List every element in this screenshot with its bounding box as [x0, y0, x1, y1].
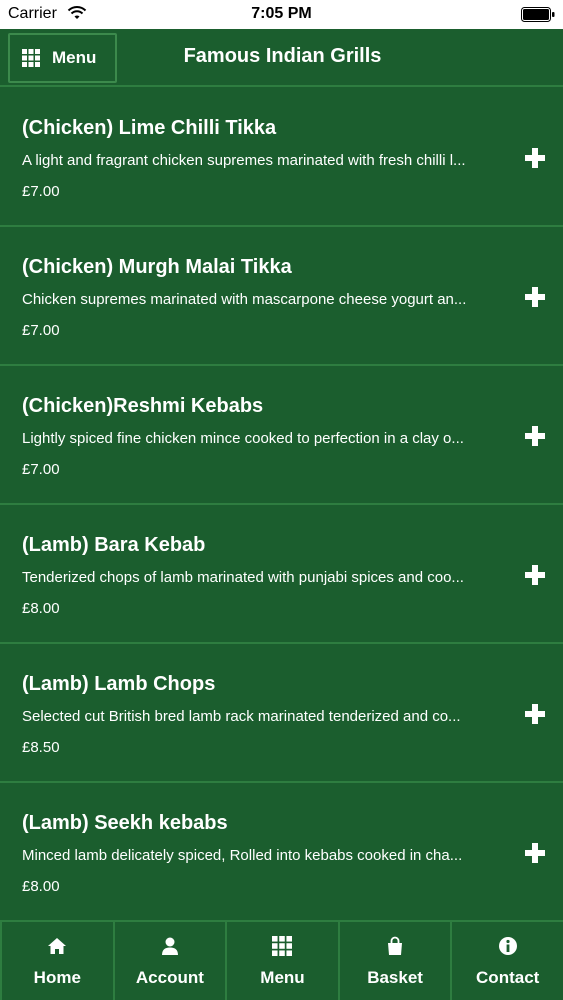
item-price: £7.00	[22, 183, 60, 200]
add-item-button[interactable]	[525, 287, 545, 307]
tab-menu[interactable]: Menu	[225, 922, 338, 1000]
item-name: (Lamb) Bara Kebab	[22, 534, 206, 556]
status-time: 7:05 PM	[251, 5, 312, 22]
tab-basket[interactable]: Basket	[337, 922, 451, 1000]
tab-home-label: Home	[33, 968, 81, 987]
info-icon	[498, 937, 517, 955]
add-item-button[interactable]	[525, 843, 545, 863]
item-description: Chicken supremes marinated with mascarpo…	[22, 291, 467, 308]
item-description: Lightly spiced fine chicken mince cooked…	[22, 430, 464, 447]
home-icon	[48, 938, 67, 954]
menu-button-label: Menu	[52, 48, 97, 67]
basket-icon	[388, 936, 403, 955]
bottom-tab-bar: Home Account Menu Basket Contact	[0, 920, 563, 1000]
item-name: (Chicken)Reshmi Kebabs	[22, 395, 264, 417]
item-description: Tenderized chops of lamb marinated with …	[22, 569, 464, 586]
battery-icon	[521, 7, 555, 22]
item-price: £7.00	[22, 322, 60, 339]
item-name: (Chicken) Murgh Malai Tikka	[22, 256, 292, 278]
grid-icon	[22, 49, 40, 67]
tab-menu-label: Menu	[260, 968, 305, 987]
item-price: £8.50	[22, 739, 60, 756]
add-item-button[interactable]	[525, 426, 545, 446]
status-bar: Carrier 7:05 PM	[0, 0, 563, 29]
tab-basket-label: Basket	[367, 968, 423, 987]
add-item-button[interactable]	[525, 704, 545, 724]
item-price: £7.00	[22, 461, 60, 478]
tab-home[interactable]: Home	[0, 922, 113, 1000]
menu-list: (Chicken) Lime Chilli Tikka A light and …	[0, 88, 563, 922]
tab-account-label: Account	[135, 968, 204, 987]
item-price: £8.00	[22, 600, 60, 617]
user-icon	[161, 937, 178, 955]
page-title: Famous Indian Grills	[183, 45, 382, 67]
item-description: Minced lamb delicately spiced, Rolled in…	[22, 847, 463, 864]
menu-item[interactable]: (Lamb) Lamb Chops Selected cut British b…	[0, 644, 563, 783]
menu-item[interactable]: (Chicken)Reshmi Kebabs Lightly spiced fi…	[0, 366, 563, 505]
menu-item[interactable]: (Chicken) Murgh Malai Tikka Chicken supr…	[0, 227, 563, 366]
item-description: Selected cut British bred lamb rack mari…	[22, 708, 461, 725]
item-name: (Chicken) Lime Chilli Tikka	[22, 117, 277, 139]
menu-item[interactable]: (Chicken) Lime Chilli Tikka A light and …	[0, 88, 563, 227]
item-price: £8.00	[22, 878, 60, 895]
add-item-button[interactable]	[525, 565, 545, 585]
tab-contact[interactable]: Contact	[450, 922, 563, 1000]
menu-button[interactable]: Menu	[8, 33, 117, 83]
item-name: (Lamb) Lamb Chops	[22, 673, 216, 695]
tab-contact-label: Contact	[476, 968, 540, 987]
add-item-button[interactable]	[525, 148, 545, 168]
menu-item[interactable]: (Lamb) Seekh kebabs Minced lamb delicate…	[0, 783, 563, 922]
app-header: Menu Famous Indian Grills	[0, 29, 563, 87]
menu-item[interactable]: (Lamb) Bara Kebab Tenderized chops of la…	[0, 505, 563, 644]
grid-icon	[272, 936, 293, 956]
tab-account[interactable]: Account	[112, 922, 226, 1000]
item-description: A light and fragrant chicken supremes ma…	[22, 152, 466, 169]
item-name: (Lamb) Seekh kebabs	[22, 812, 228, 834]
